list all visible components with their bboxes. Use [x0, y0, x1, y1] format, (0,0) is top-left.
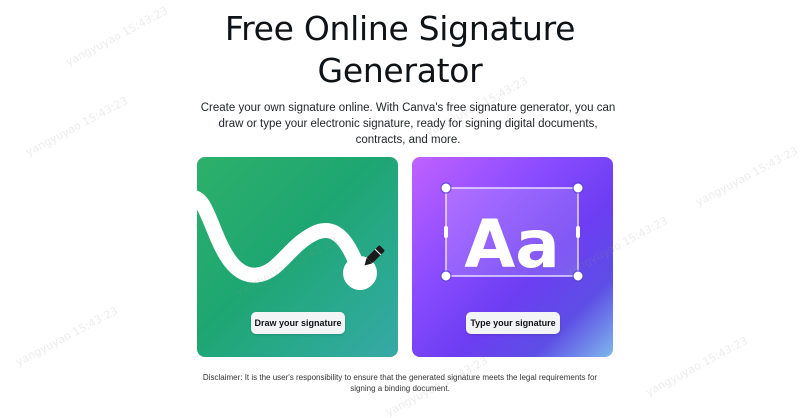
page-title-line2: Generator: [317, 51, 483, 90]
resize-handle-top-left: [440, 182, 452, 194]
resize-handle-top-right: [572, 182, 584, 194]
art-text: Aa: [464, 206, 560, 283]
watermark: yangyuyao 15:43:23: [693, 144, 800, 209]
type-signature-card[interactable]: Aa Type your signature: [412, 157, 613, 357]
page-title: Free Online Signature Generator: [0, 8, 800, 92]
watermark: yangyuyao 15:43:23: [643, 334, 750, 399]
watermark: yangyuyao 15:43:23: [23, 94, 130, 159]
resize-handle-left: [444, 226, 448, 238]
type-signature-button[interactable]: Type your signature: [466, 312, 560, 334]
resize-handle-bottom-right: [572, 270, 584, 282]
signature-stroke: [197, 190, 365, 283]
draw-signature-card[interactable]: Draw your signature: [197, 157, 398, 357]
draw-signature-button[interactable]: Draw your signature: [251, 312, 345, 334]
page-title-line1: Free Online Signature: [224, 9, 576, 48]
signature-generator-page: Free Online Signature Generator Create y…: [0, 0, 800, 418]
resize-handle-right: [576, 226, 580, 238]
watermark: yangyuyao 15:43:23: [13, 304, 120, 369]
page-subtitle: Create your own signature online. With C…: [200, 102, 616, 146]
legal-disclaimer: Disclaimer: It is the user's responsibil…: [202, 373, 598, 393]
resize-handle-bottom-left: [440, 270, 452, 282]
